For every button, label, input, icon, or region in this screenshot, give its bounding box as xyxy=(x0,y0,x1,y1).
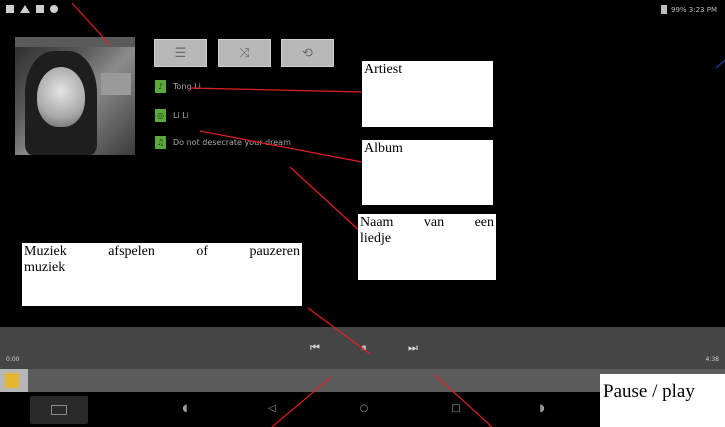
shuffle-button[interactable]: ⤨ xyxy=(218,39,271,67)
total-time: 4:38 xyxy=(705,356,719,363)
album-name: Li Li xyxy=(173,111,189,120)
song-name: Do not desecrate your dream xyxy=(173,138,291,147)
download-icon xyxy=(36,5,44,13)
notification-icon xyxy=(6,5,14,13)
volume-down-button[interactable]: ◖ xyxy=(178,401,192,415)
playlist-button[interactable]: ☰ xyxy=(154,39,207,67)
warning-icon xyxy=(20,5,30,13)
shuffle-icon: ⤨ xyxy=(239,45,250,61)
back-icon: ◁ xyxy=(268,402,276,414)
screenshot-icon xyxy=(51,405,67,415)
song-row: ♫ Do not desecrate your dream xyxy=(155,136,291,149)
next-button[interactable]: ⏭ xyxy=(404,339,422,357)
next-icon: ⏭ xyxy=(408,341,418,354)
artist-name: Tong Li xyxy=(173,82,201,91)
previous-button[interactable]: ⏮ xyxy=(306,339,324,357)
album-icon: ◎ xyxy=(155,109,166,122)
recent-apps-button[interactable]: □ xyxy=(449,401,463,415)
song-icon: ♫ xyxy=(155,136,166,149)
status-bar-left xyxy=(6,5,58,13)
artist-icon: ♪ xyxy=(155,80,166,93)
player-controls: ⏮ ⏸ ⏭ xyxy=(0,327,725,369)
elapsed-time: 0:00 xyxy=(6,356,20,363)
pause-icon: ⏸ xyxy=(361,341,367,354)
location-icon xyxy=(50,5,58,13)
screenshot-button[interactable] xyxy=(30,396,88,424)
battery-icon xyxy=(661,5,667,14)
recent-apps-icon: □ xyxy=(451,402,461,414)
music-player-screen: 99% 3:23 PM ☰ ⤨ ⟲ ♪ Tong Li ◎ Li Li ♫ Do… xyxy=(0,0,725,427)
volume-up-button[interactable]: ◗ xyxy=(535,401,549,415)
back-button[interactable]: ◁ xyxy=(265,401,279,415)
previous-icon: ⏮ xyxy=(310,341,320,354)
repeat-button[interactable]: ⟲ xyxy=(281,39,334,67)
progress-thumb[interactable] xyxy=(5,373,19,388)
repeat-icon: ⟲ xyxy=(302,45,313,61)
navigation-bar: ◖ ◁ ○ □ ◗ xyxy=(0,392,725,427)
status-bar-right: 99% 3:23 PM xyxy=(661,5,717,14)
artist-row: ♪ Tong Li xyxy=(155,80,201,93)
album-art xyxy=(15,37,135,155)
play-pause-button[interactable]: ⏸ xyxy=(355,339,373,357)
album-row: ◎ Li Li xyxy=(155,109,189,122)
playlist-icon: ☰ xyxy=(174,45,187,61)
progress-bar[interactable] xyxy=(0,369,725,392)
home-button[interactable]: ○ xyxy=(357,401,371,415)
volume-up-icon: ◗ xyxy=(539,402,545,414)
volume-down-icon: ◖ xyxy=(182,402,188,414)
home-icon: ○ xyxy=(359,402,369,414)
status-time: 99% 3:23 PM xyxy=(671,5,717,14)
